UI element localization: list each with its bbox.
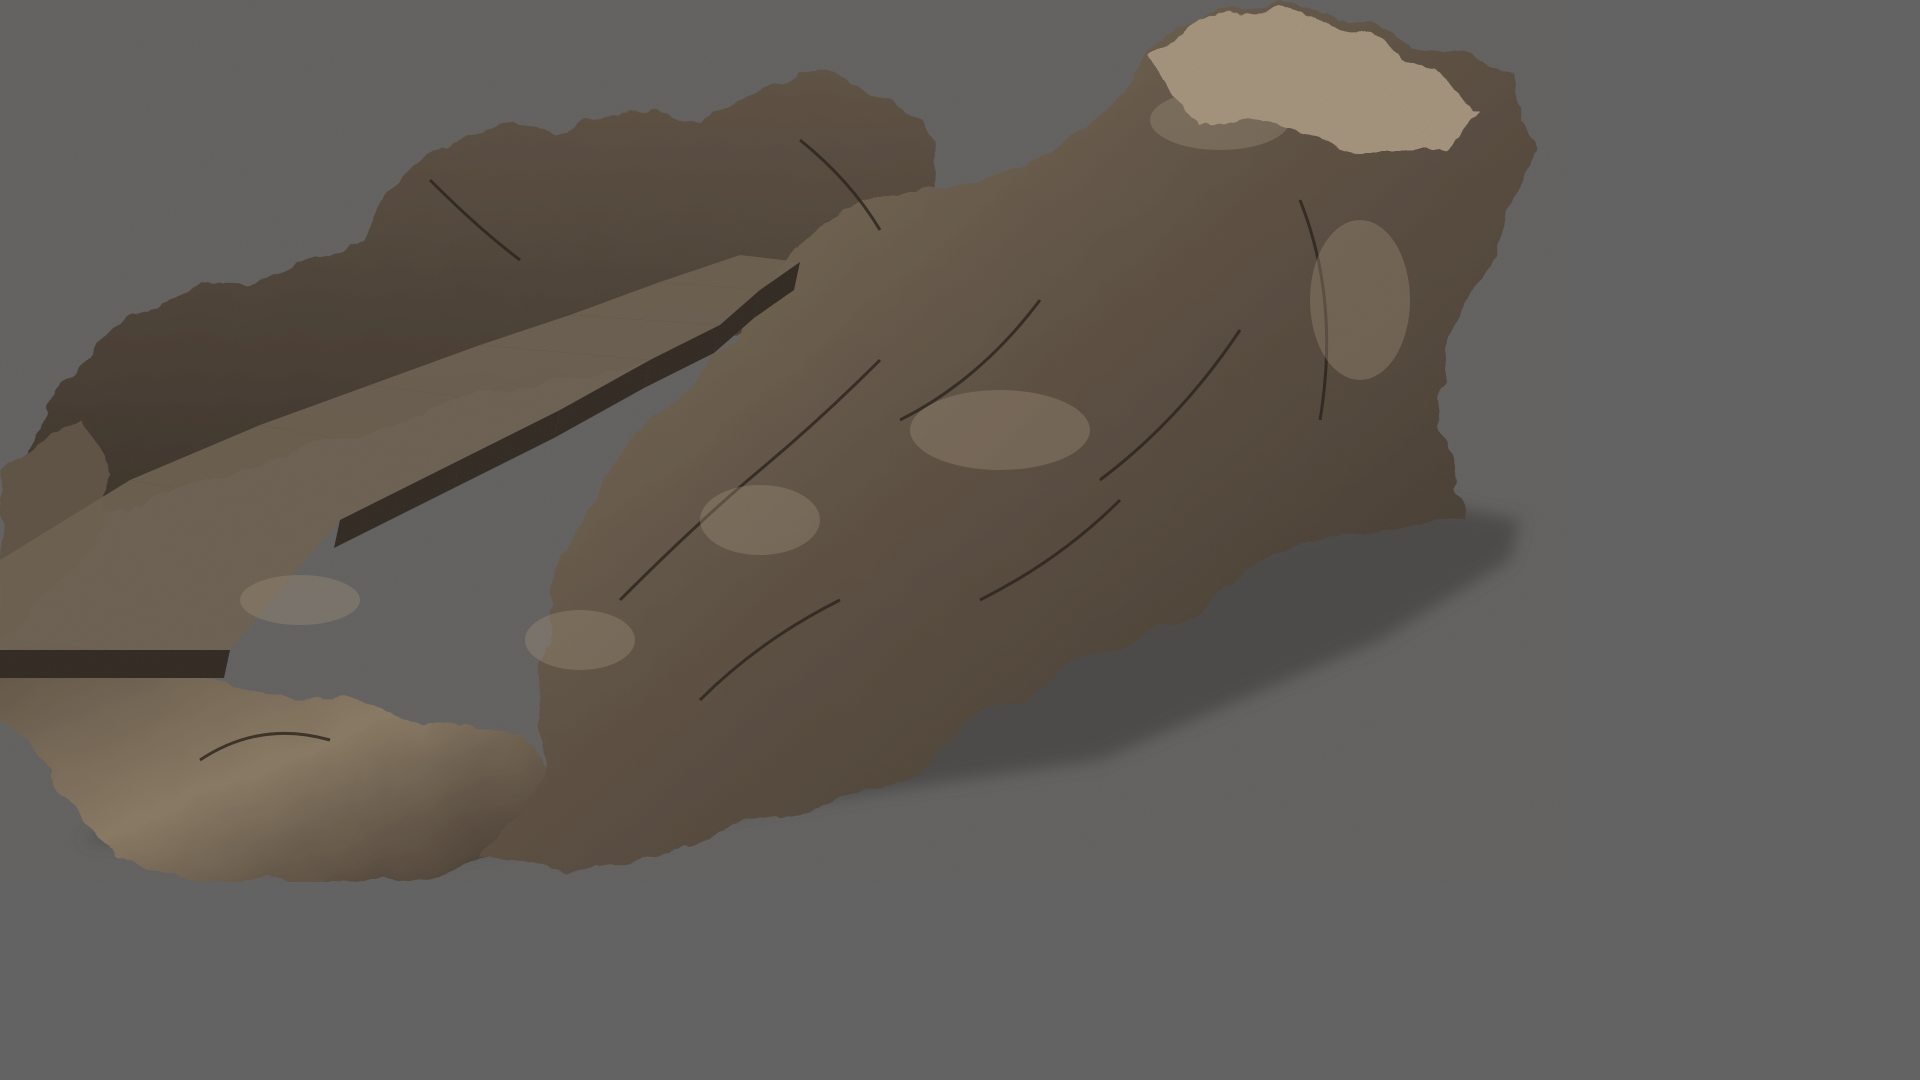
grain-overlay (0, 0, 1568, 882)
rock-stairs-render (0, 0, 1568, 882)
render-viewport (0, 0, 1568, 882)
